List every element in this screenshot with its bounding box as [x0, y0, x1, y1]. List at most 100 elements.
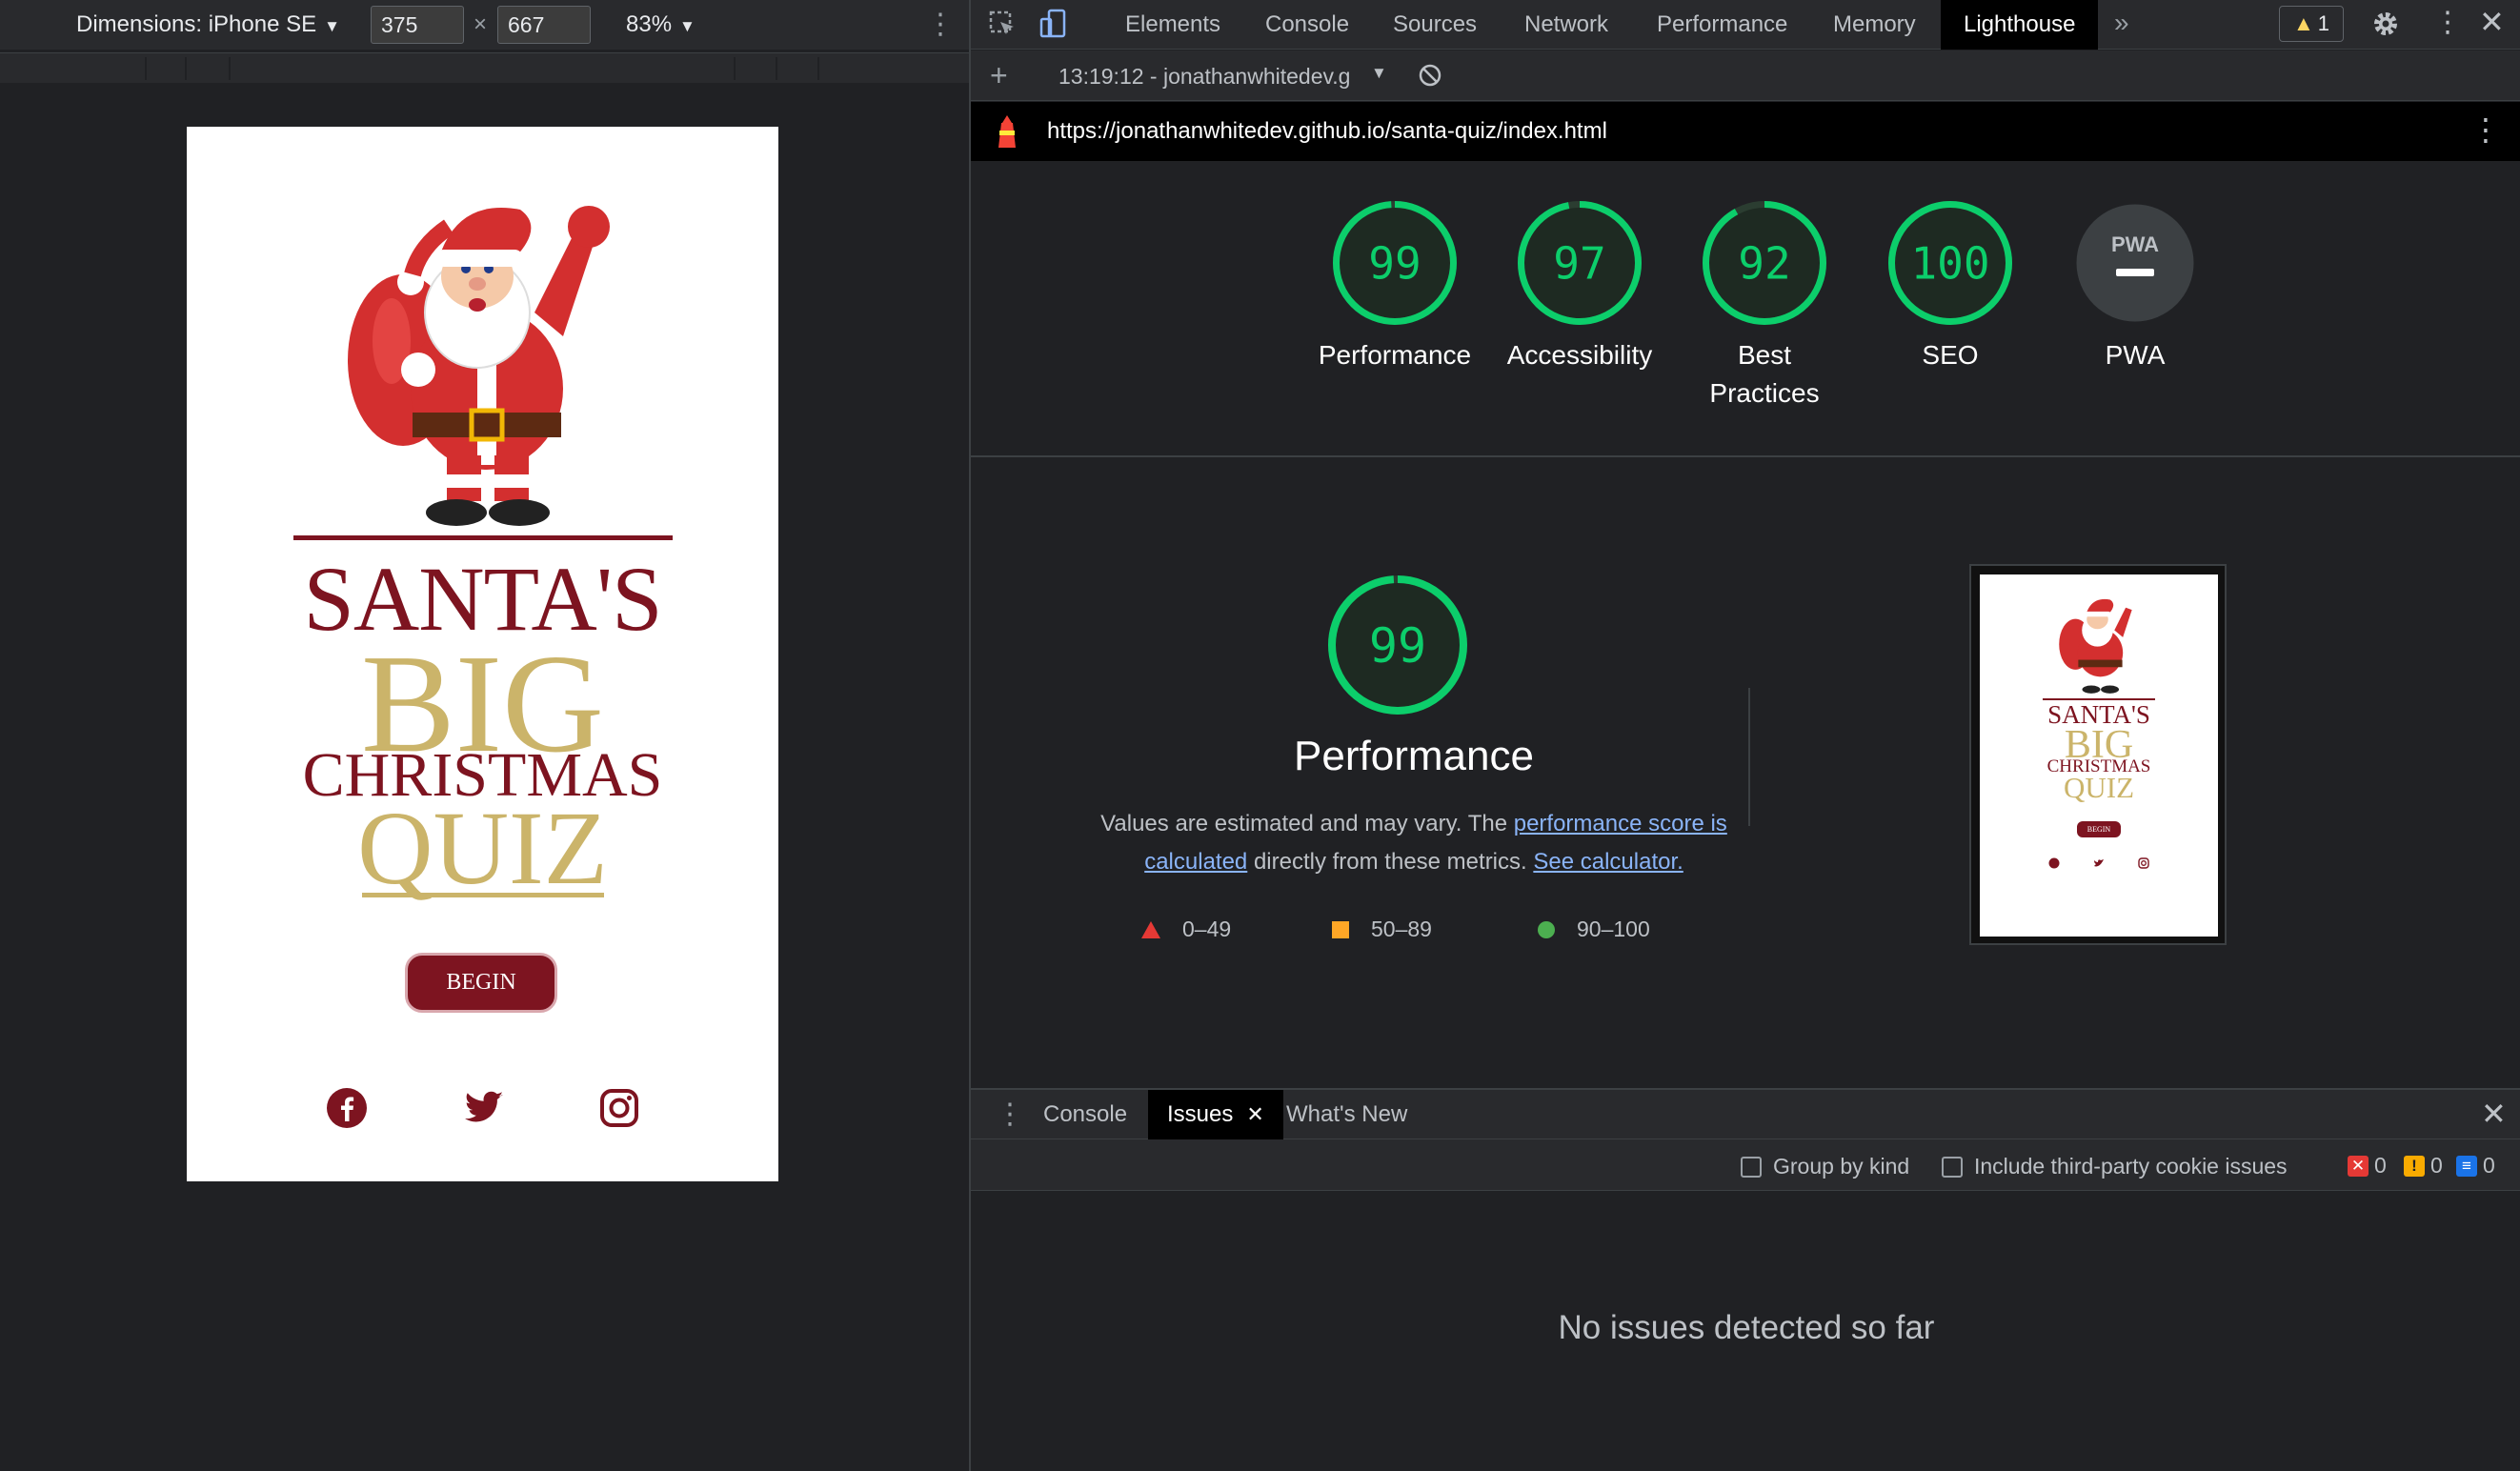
warning-count[interactable]: ! 0	[2404, 1153, 2443, 1179]
devtools-panel: Elements Console Sources Network Perform…	[969, 0, 2520, 1471]
more-options-icon[interactable]: ⋮	[926, 8, 955, 41]
tab-memory[interactable]: Memory	[1833, 11, 1916, 38]
error-count[interactable]: ✕ 0	[2348, 1153, 2387, 1179]
checkbox-box[interactable]	[1741, 1156, 1762, 1178]
instagram-icon[interactable]	[598, 1087, 640, 1129]
tab-network[interactable]: Network	[1524, 11, 1608, 38]
clear-reports-icon[interactable]	[1417, 62, 1443, 89]
report-url[interactable]: https://jonathanwhitedev.github.io/santa…	[1047, 118, 1607, 145]
lighthouse-report: 99 Performance 97 Accessibility 92 Best Pract…	[971, 161, 2520, 1088]
chevron-down-icon[interactable]: ▼	[1371, 64, 1387, 83]
see-calculator-link[interactable]: See calculator.	[1533, 849, 1683, 875]
device-select[interactable]: Dimensions: iPhone SE ▼	[76, 11, 340, 38]
drawer-menu-icon[interactable]: ⋮	[996, 1098, 1024, 1131]
close-tab-icon[interactable]: ✕	[1246, 1102, 1263, 1126]
title-quiz: QUIZ	[357, 790, 608, 906]
score-value: 100	[1910, 238, 1989, 290]
pwa-dash	[2116, 269, 2154, 276]
score-value: 99	[1368, 238, 1421, 290]
close-drawer-icon[interactable]: ✕	[2481, 1096, 2507, 1132]
facebook-icon[interactable]	[326, 1087, 368, 1129]
gauge-ring: 97	[1518, 201, 1642, 325]
tab-elements[interactable]: Elements	[1125, 11, 1220, 38]
drawer-tab-issues[interactable]: Issues ✕	[1148, 1090, 1283, 1139]
lighthouse-logo-icon	[998, 115, 1016, 148]
pwa-badge-text: PWA	[2111, 232, 2159, 256]
score-value: 92	[1738, 238, 1790, 290]
info-icon: ≡	[2456, 1155, 2477, 1177]
title-underline	[362, 893, 604, 897]
chevron-down-icon: ▼	[679, 17, 696, 35]
device-toolbar-icon[interactable]	[1038, 8, 1070, 40]
tab-performance[interactable]: Performance	[1657, 11, 1787, 38]
third-party-cookie-checkbox[interactable]: Include third-party cookie issues	[1942, 1154, 2288, 1179]
gauge-ring: 99	[1333, 201, 1457, 325]
warnings-badge[interactable]: ▲ 1	[2279, 6, 2344, 42]
score-gauge-performance[interactable]: 99 Performance	[1304, 199, 1485, 374]
tab-lighthouse[interactable]: Lighthouse	[1941, 0, 2099, 50]
gauge-label: PWA	[2105, 340, 2166, 370]
drawer-tab-whats-new[interactable]: What's New	[1286, 1101, 1407, 1128]
more-tabs-icon[interactable]: »	[2114, 8, 2129, 38]
warning-icon: !	[2404, 1155, 2425, 1177]
devtools-tabbar: Elements Console Sources Network Perform…	[971, 0, 2520, 50]
devtools-drawer: ⋮ Console Issues ✕ What's New ✕ Group by …	[971, 1088, 2520, 1471]
settings-gear-icon[interactable]	[2369, 8, 2402, 40]
report-url-bar: https://jonathanwhitedev.github.io/santa…	[971, 102, 2520, 161]
performance-description: Values are estimated and may vary. The p…	[1100, 811, 1727, 875]
warning-icon: ▲	[2292, 11, 2314, 35]
summary-divider	[971, 455, 2520, 457]
score-value: 99	[1369, 618, 1426, 674]
vertical-separator	[1748, 688, 1750, 826]
no-issues-message: No issues detected so far	[1558, 1309, 1935, 1346]
thumbnail-twitter-icon	[2094, 859, 2104, 867]
device-emulation-pane: Dimensions: iPhone SE▼ × 83%▼ ⋮	[0, 0, 969, 1471]
report-menu-icon[interactable]: ⋮	[2470, 111, 2501, 148]
legend-average: 50–89	[1331, 917, 1432, 942]
tab-console[interactable]: Console	[1265, 11, 1349, 38]
begin-button[interactable]: BEGIN	[405, 953, 557, 1013]
info-count[interactable]: ≡ 0	[2456, 1153, 2495, 1179]
drawer-tab-console[interactable]: Console	[1043, 1101, 1127, 1128]
drawer-tabbar: ⋮ Console Issues ✕ What's New ✕	[971, 1090, 2520, 1139]
gauge-ring: PWA	[2076, 204, 2194, 322]
score-gauge-accessibility[interactable]: 97 Accessibility	[1489, 199, 1670, 374]
issues-toolbar: Group by kind Include third-party cookie…	[971, 1139, 2520, 1191]
zoom-select[interactable]: 83% ▼	[626, 11, 696, 38]
media-query-ruler[interactable]	[0, 52, 969, 83]
score-value: 97	[1553, 238, 1605, 290]
device-height-input[interactable]	[497, 6, 591, 44]
score-gauge-seo[interactable]: 100 SEO	[1860, 199, 2041, 374]
legend-fail: 0–49	[1140, 917, 1231, 942]
group-by-kind-checkbox[interactable]: Group by kind	[1741, 1154, 1909, 1179]
page-screenshot-thumbnail[interactable]: SANTA'S BIG CHRISTMAS QUIZ BEGIN	[1969, 564, 2227, 945]
performance-gauge-ring: 99	[1328, 575, 1467, 715]
chevron-down-icon: ▼	[324, 17, 340, 35]
legend-pass: 90–100	[1537, 917, 1650, 942]
performance-gauge-large: 99	[1326, 574, 1479, 721]
tab-sources[interactable]: Sources	[1393, 11, 1477, 38]
thumbnail-facebook-icon	[2048, 857, 2060, 869]
thumbnail-instagram-icon	[2138, 857, 2149, 869]
santa-image	[348, 206, 610, 526]
circle-icon	[1538, 920, 1555, 938]
inspect-element-icon[interactable]	[986, 8, 1018, 40]
new-report-icon[interactable]: +	[990, 58, 1008, 93]
device-width-input[interactable]	[371, 6, 464, 44]
score-gauge-pwa[interactable]: PWA PWA	[2045, 199, 2226, 374]
score-gauge-best-practices[interactable]: 92 Best Practices	[1674, 199, 1855, 413]
gauge-label: Performance	[1318, 340, 1472, 370]
error-icon: ✕	[2348, 1155, 2369, 1177]
customize-menu-icon[interactable]: ⋮	[2433, 6, 2462, 39]
lighthouse-toolbar: + 13:19:12 - jonathanwhitedev.g ▼	[971, 50, 2520, 101]
square-icon	[1332, 920, 1349, 938]
checkbox-box[interactable]	[1942, 1156, 1963, 1178]
report-select[interactable]: 13:19:12 - jonathanwhitedev.g	[1058, 64, 1363, 90]
santa-thumbnail-image	[2059, 598, 2132, 694]
thumbnail-page: SANTA'S BIG CHRISTMAS QUIZ BEGIN	[1980, 574, 2218, 937]
gauge-ring: 100	[1888, 201, 2012, 325]
twitter-icon[interactable]	[463, 1087, 505, 1129]
gauge-ring: 92	[1703, 201, 1826, 325]
dimension-separator: ×	[474, 11, 488, 37]
close-devtools-icon[interactable]: ✕	[2479, 4, 2505, 40]
